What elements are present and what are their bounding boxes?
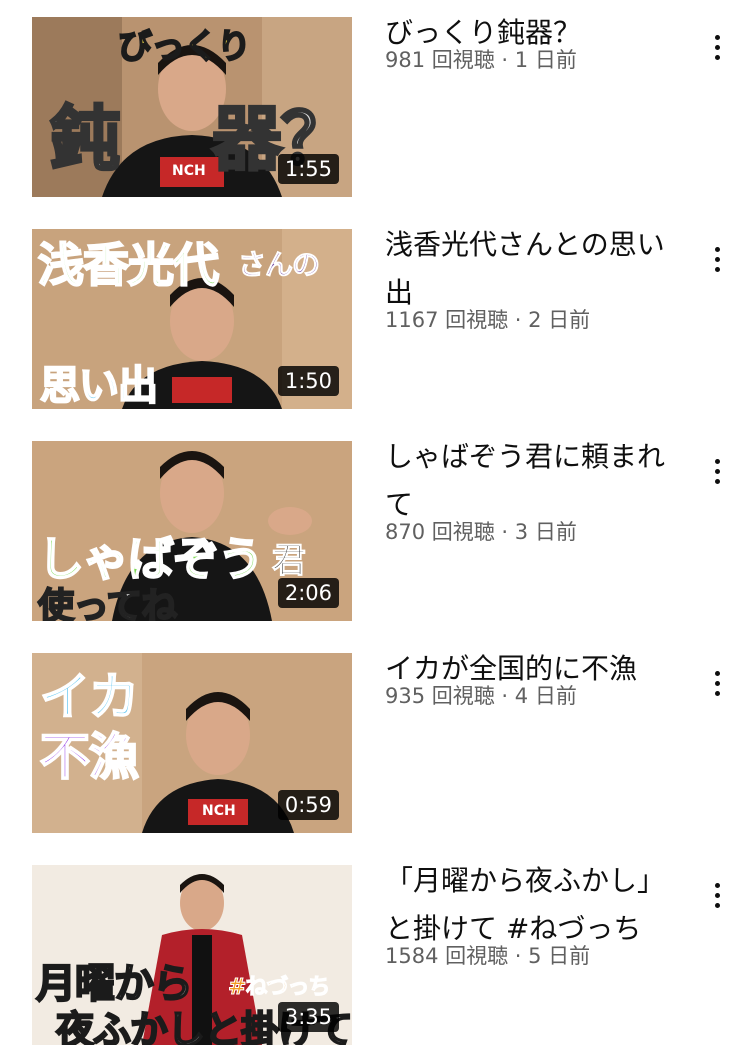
- video-meta: イカが全国的に不漁 935 回視聴 · 4 日前: [385, 652, 685, 709]
- thumbnail-caption-bottom: 思い出: [39, 362, 159, 409]
- video-meta: 「月曜から夜ふかし」と掛けて #ねづっち 1584 回視聴 · 5 日前: [385, 864, 685, 969]
- video-title[interactable]: しゃばぞう君に頼まれて: [385, 433, 685, 529]
- more-options-icon[interactable]: [707, 247, 727, 283]
- thumbnail-caption-hashtag: #ねづっち: [227, 975, 330, 1001]
- thumbnail-caption-left: 鈍: [49, 97, 122, 182]
- video-stats: 1167 回視聴 · 2 日前: [385, 308, 591, 332]
- thumbnail-caption-top: 浅香光代: [37, 237, 220, 293]
- more-options-icon[interactable]: [707, 35, 727, 71]
- video-item[interactable]: 浅香光代 さんの 思い出 1:50 浅香光代さんとの思い出 1167 回視聴 ·…: [0, 228, 750, 409]
- video-thumbnail[interactable]: イカ 不漁 NCH 0:59: [32, 653, 352, 833]
- more-options-icon[interactable]: [707, 883, 727, 919]
- video-duration: 1:55: [277, 154, 339, 184]
- video-duration: 3:35: [277, 1002, 339, 1032]
- video-meta: びっくり鈍器？ 981 回視聴 · 1 日前: [385, 16, 685, 73]
- video-meta: しゃばぞう君に頼まれて 870 回視聴 · 3 日前: [385, 440, 685, 545]
- video-thumbnail[interactable]: 浅香光代 さんの 思い出 1:50: [32, 229, 352, 409]
- thumbnail-caption-top-suffix: さんの: [237, 248, 320, 282]
- video-duration: 1:50: [277, 366, 339, 396]
- more-options-icon[interactable]: [707, 671, 727, 707]
- video-title[interactable]: 「月曜から夜ふかし」と掛けて #ねづっち: [385, 857, 685, 953]
- thumbnail-caption-suffix: 君: [272, 541, 307, 582]
- thumbnail-caption-top: びっくり: [117, 26, 252, 68]
- video-stats: 935 回視聴 · 4 日前: [385, 684, 577, 708]
- video-stats: 870 回視聴 · 3 日前: [385, 520, 577, 544]
- video-title[interactable]: 浅香光代さんとの思い出: [385, 221, 685, 317]
- video-thumbnail[interactable]: しゃばぞう 君 使ってね 2:06: [32, 441, 352, 621]
- shirt-logo: NCH: [172, 163, 206, 179]
- thumbnail-caption-bottom: 不漁: [39, 727, 140, 787]
- video-item[interactable]: イカ 不漁 NCH 0:59 イカが全国的に不漁 935 回視聴 · 4 日前: [0, 652, 750, 833]
- shirt-logo: NCH: [202, 803, 236, 819]
- video-item[interactable]: しゃばぞう 君 使ってね 2:06 しゃばぞう君に頼まれて 870 回視聴 · …: [0, 440, 750, 621]
- more-options-icon[interactable]: [707, 459, 727, 495]
- video-thumbnail[interactable]: 月曜から 夜ふかしと掛けて #ねづっち 3:35: [32, 865, 352, 1045]
- thumbnail-caption-bottom: 使ってね: [37, 585, 178, 621]
- video-list: びっくり 鈍 器？ NCH 1:55 びっくり鈍器？ 981 回視聴 · 1 日…: [0, 0, 750, 1059]
- video-item[interactable]: びっくり 鈍 器？ NCH 1:55 びっくり鈍器？ 981 回視聴 · 1 日…: [0, 16, 750, 197]
- video-thumbnail[interactable]: びっくり 鈍 器？ NCH 1:55: [32, 17, 352, 197]
- video-item[interactable]: 月曜から 夜ふかしと掛けて #ねづっち 3:35 「月曜から夜ふかし」と掛けて …: [0, 864, 750, 1045]
- video-stats: 981 回視聴 · 1 日前: [385, 48, 577, 72]
- video-meta: 浅香光代さんとの思い出 1167 回視聴 · 2 日前: [385, 228, 685, 333]
- video-duration: 0:59: [277, 790, 339, 820]
- video-duration: 2:06: [277, 578, 339, 608]
